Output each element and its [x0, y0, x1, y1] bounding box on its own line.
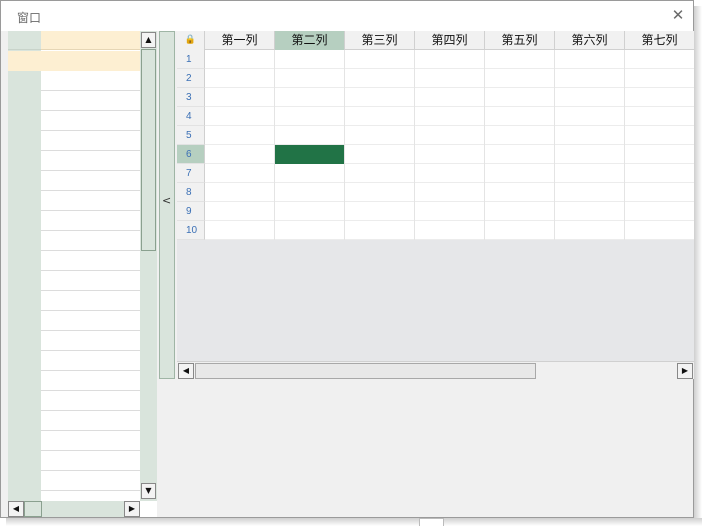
column-header[interactable]: 第四列	[415, 31, 485, 50]
scroll-left-icon[interactable]: ◀	[8, 501, 24, 517]
column-header[interactable]: 第五列	[485, 31, 555, 50]
left-horizontal-scrollbar[interactable]: ◀ ▶	[8, 501, 140, 517]
left-grid-panel: ▲ ▼ ◀ ▶	[8, 31, 157, 517]
spreadsheet-grid: 🔒 第一列 第二列 第三列 第四列 第五列 第六列 第七列 1 2 3 4 5 …	[177, 31, 694, 379]
column-header-selected[interactable]: 第二列	[275, 31, 345, 50]
column-header[interactable]: 第一列	[205, 31, 275, 50]
selected-cell[interactable]	[275, 145, 344, 164]
left-selected-row-cell[interactable]	[41, 51, 148, 71]
row-header[interactable]: 3	[177, 88, 205, 107]
left-row-header-column	[8, 31, 41, 501]
left-selected-row-header[interactable]	[8, 51, 41, 71]
scroll-up-icon[interactable]: ▲	[141, 32, 156, 48]
row-header[interactable]: 7	[177, 164, 205, 183]
column-header[interactable]: 第六列	[555, 31, 625, 50]
row-header[interactable]: 5	[177, 126, 205, 145]
column-header[interactable]: 第七列	[625, 31, 694, 50]
scroll-right-icon[interactable]: ▶	[124, 501, 140, 517]
row-header[interactable]: 4	[177, 107, 205, 126]
column-header-row: 🔒 第一列 第二列 第三列 第四列 第五列 第六列 第七列	[177, 31, 694, 50]
left-header-row	[8, 31, 148, 50]
lock-icon[interactable]: 🔒	[177, 31, 205, 50]
row-header-selected[interactable]: 6	[177, 145, 205, 164]
left-grid-rows[interactable]	[41, 71, 148, 501]
row-header[interactable]: 10	[177, 221, 205, 240]
title-bar: 窗口 ✕	[1, 1, 693, 31]
window-shadow-right	[694, 6, 702, 526]
left-vertical-scrollbar[interactable]: ▲ ▼	[140, 31, 157, 501]
window-title: 窗口	[17, 11, 42, 25]
row-header[interactable]: 8	[177, 183, 205, 202]
left-vertical-scroll-thumb[interactable]	[141, 49, 156, 251]
grid-horizontal-scrollbar[interactable]: ◀ ▶	[177, 361, 694, 379]
grid-horizontal-scroll-thumb[interactable]	[195, 363, 536, 379]
scroll-right-icon[interactable]: ▶	[677, 363, 693, 379]
left-corner-cell[interactable]	[8, 31, 41, 50]
column-header[interactable]: 第三列	[345, 31, 415, 50]
row-header[interactable]: 9	[177, 202, 205, 221]
left-column-header[interactable]	[41, 31, 148, 50]
scroll-left-icon[interactable]: ◀	[178, 363, 194, 379]
left-horizontal-scroll-thumb[interactable]	[24, 501, 42, 517]
scroll-down-icon[interactable]: ▼	[141, 483, 156, 499]
window-shadow-bottom	[6, 518, 702, 526]
row-header[interactable]: 2	[177, 69, 205, 88]
left-selected-row[interactable]	[8, 51, 148, 71]
panel-splitter[interactable]: <	[159, 31, 175, 379]
close-icon[interactable]: ✕	[669, 6, 687, 24]
collapse-chevron-icon[interactable]: <	[162, 194, 171, 207]
background-window-edge	[419, 518, 444, 526]
row-header[interactable]: 1	[177, 50, 205, 69]
